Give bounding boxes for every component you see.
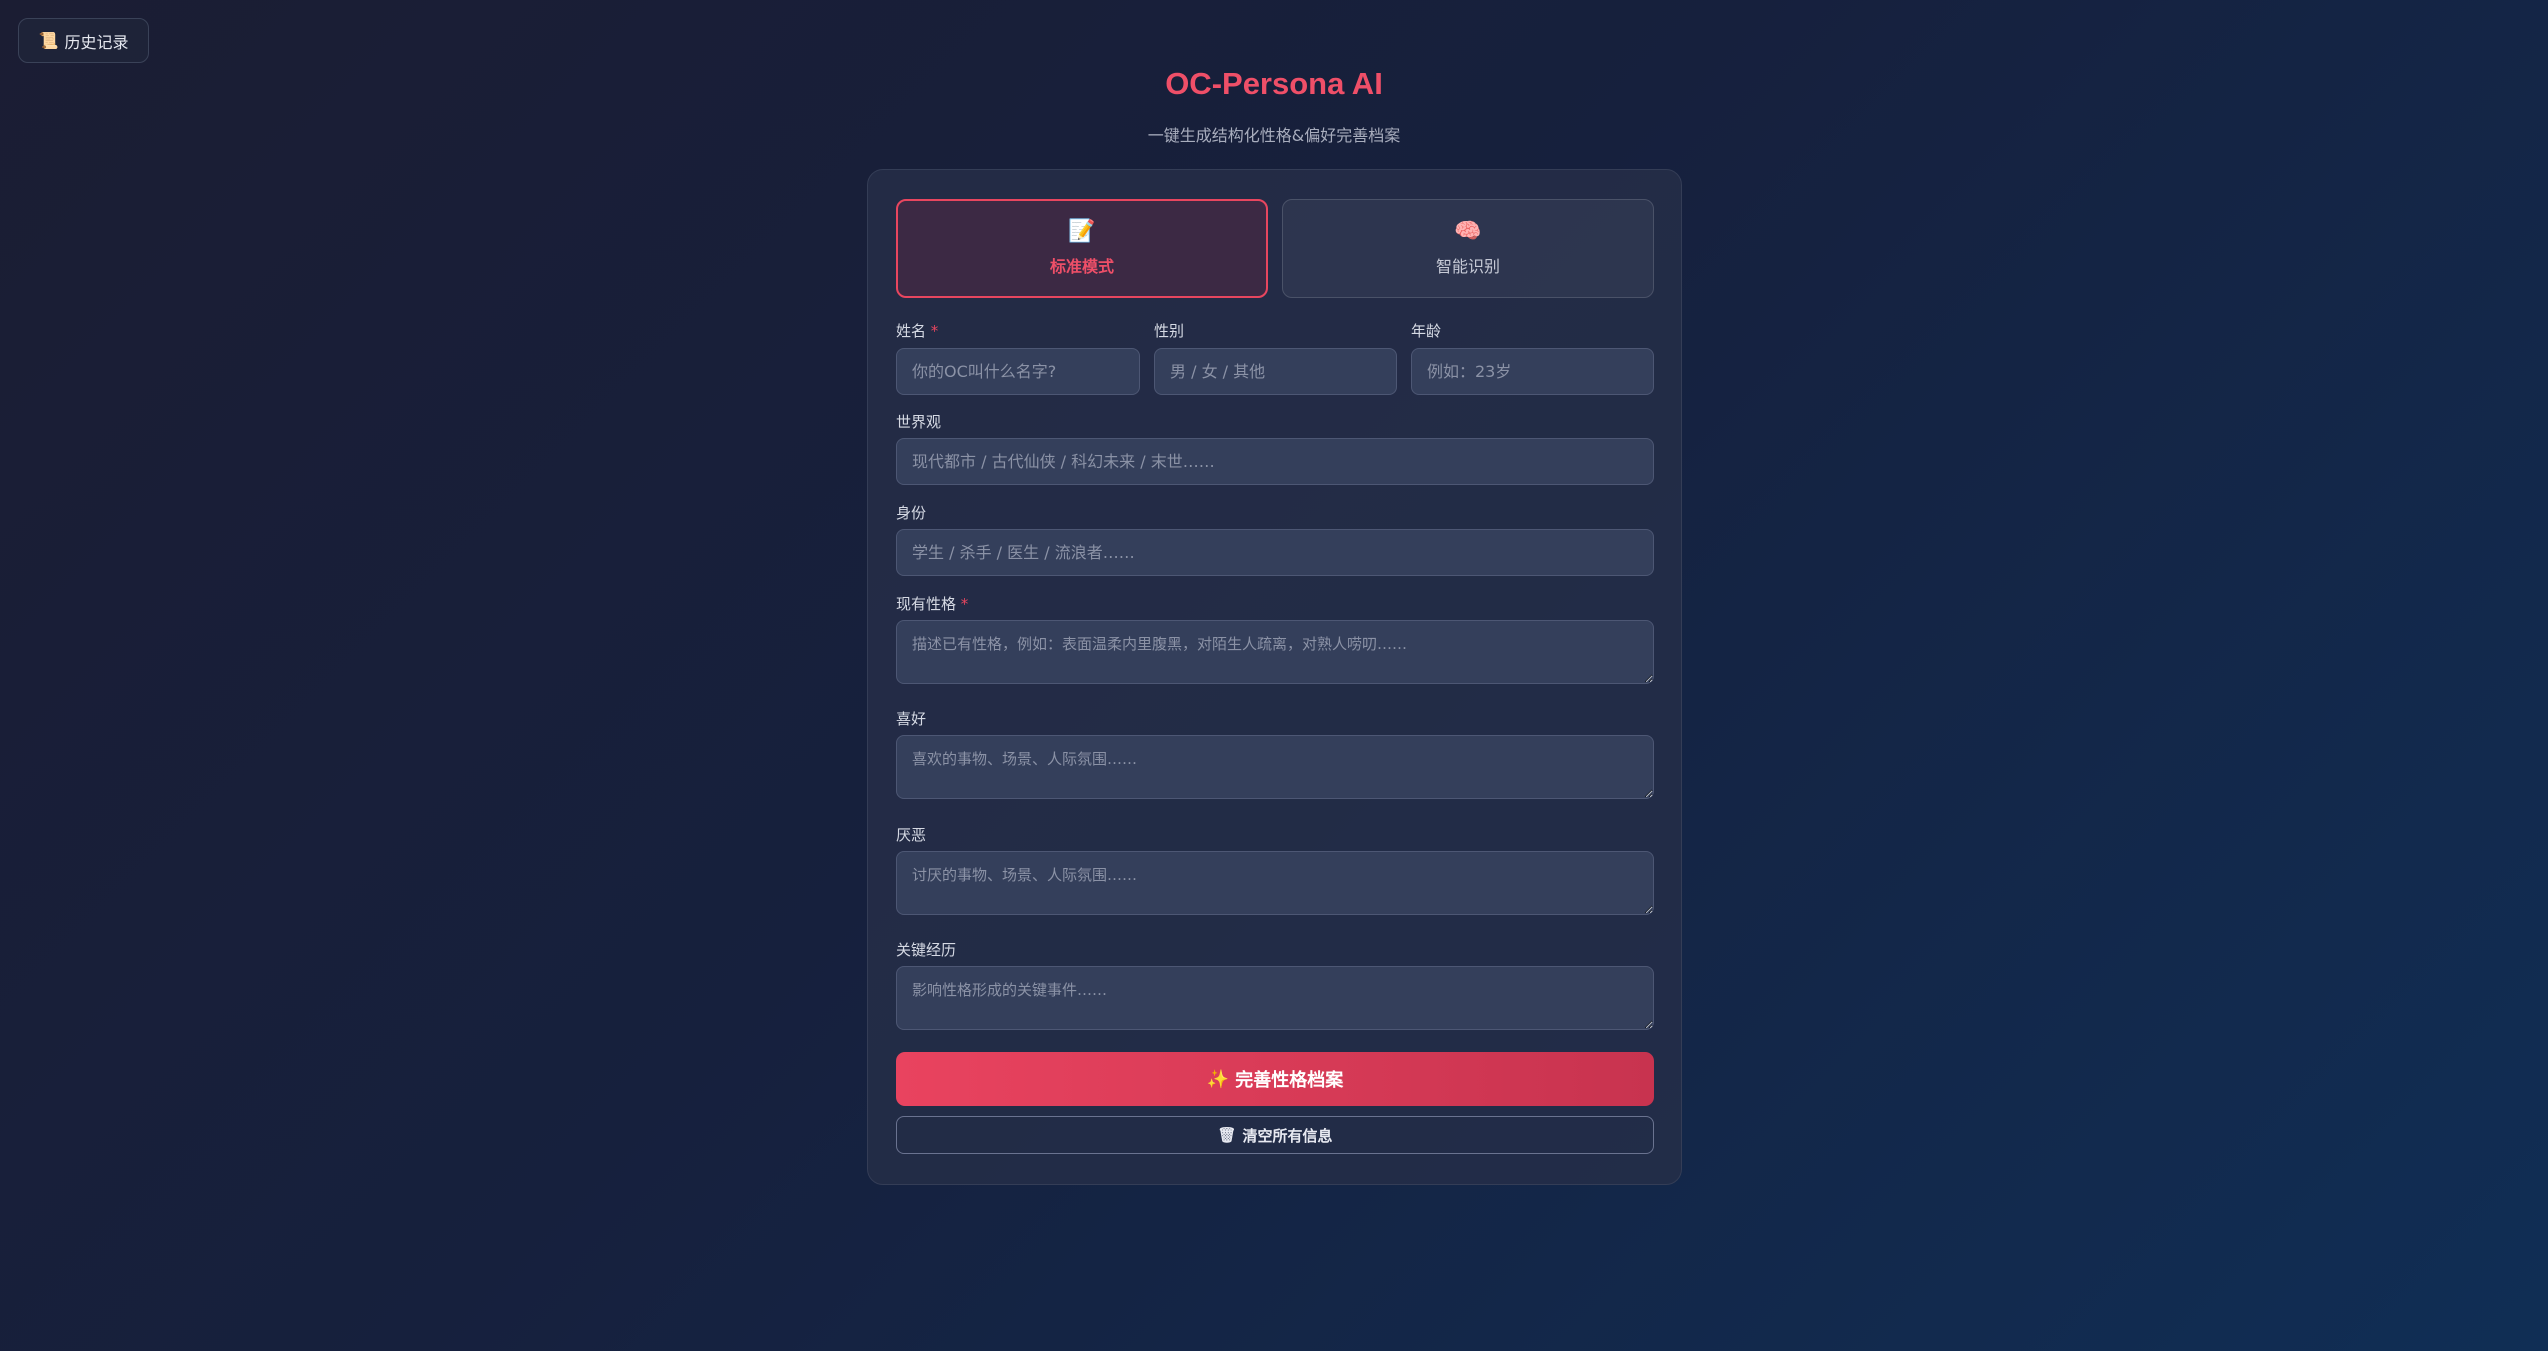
trash-icon: 🗑 — [1217, 1127, 1237, 1144]
name-input[interactable] — [896, 348, 1140, 395]
form-card: 📝 标准模式 🧠 智能识别 姓名 * 性别 年龄 世界观 身份 现有性格 * 喜… — [867, 169, 1682, 1185]
dislikes-textarea[interactable] — [896, 851, 1654, 915]
clear-button-label: 清空所有信息 — [1242, 1127, 1333, 1145]
dislikes-label: 厌恶 — [896, 826, 927, 844]
history-button-label: 历史记录 — [64, 34, 129, 52]
experience-textarea[interactable] — [896, 966, 1654, 1030]
mode-standard-label: 标准模式 — [1049, 256, 1114, 276]
brain-icon: 🧠 — [1454, 218, 1482, 244]
page-subtitle: 一键生成结构化性格&偏好完善档案 — [1147, 126, 1401, 145]
clear-button[interactable]: 🗑 清空所有信息 — [896, 1116, 1654, 1154]
world-input[interactable] — [896, 438, 1654, 485]
sparkles-icon: ✨ — [1206, 1068, 1230, 1089]
name-required-mark: * — [930, 322, 939, 340]
submit-button-label: 完善性格档案 — [1235, 1070, 1344, 1090]
name-label-text: 姓名 — [896, 322, 927, 340]
name-label: 姓名 * — [896, 320, 938, 341]
identity-input[interactable] — [896, 529, 1654, 576]
gender-input[interactable] — [1154, 348, 1397, 395]
identity-label: 身份 — [896, 504, 927, 522]
scroll-icon: 📜 — [38, 32, 59, 50]
mode-smart-tab[interactable]: 🧠 智能识别 — [1282, 199, 1654, 298]
experience-label: 关键经历 — [896, 941, 957, 959]
submit-button[interactable]: ✨ 完善性格档案 — [896, 1052, 1654, 1106]
age-input[interactable] — [1411, 348, 1654, 395]
age-label: 年龄 — [1411, 322, 1442, 340]
personality-required-mark: * — [960, 595, 969, 613]
mode-standard-tab[interactable]: 📝 标准模式 — [896, 199, 1268, 298]
history-button[interactable]: 📜 历史记录 — [18, 18, 149, 63]
page-title: OC-Persona AI — [1165, 66, 1383, 101]
gender-label: 性别 — [1154, 322, 1185, 340]
world-label: 世界观 — [896, 413, 942, 431]
likes-textarea[interactable] — [896, 735, 1654, 799]
likes-label: 喜好 — [896, 710, 927, 728]
personality-textarea[interactable] — [896, 620, 1654, 684]
mode-smart-label: 智能识别 — [1435, 256, 1500, 276]
memo-icon: 📝 — [1068, 218, 1096, 244]
personality-label-text: 现有性格 — [896, 595, 957, 613]
personality-label: 现有性格 * — [896, 593, 968, 614]
